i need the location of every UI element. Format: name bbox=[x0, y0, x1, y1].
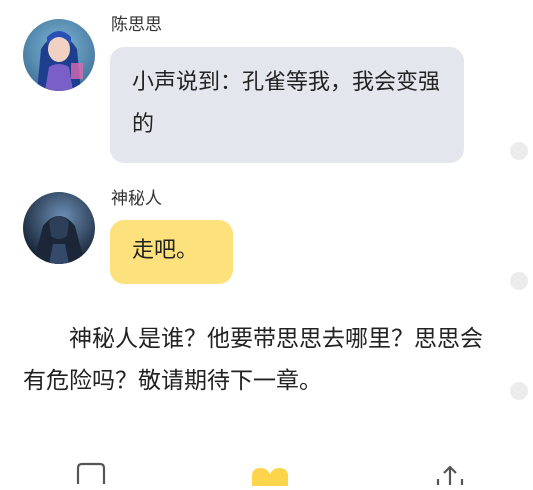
message-bubble: 走吧。 bbox=[110, 220, 233, 284]
avatar-mystery-person[interactable] bbox=[23, 192, 95, 264]
heart-icon[interactable] bbox=[252, 466, 288, 490]
chat-message-2: 神秘人 走吧。 bbox=[0, 180, 533, 290]
avatar-chen-sisi[interactable] bbox=[23, 19, 95, 91]
comment-icon[interactable] bbox=[76, 462, 106, 488]
message-indicator-dot bbox=[510, 382, 528, 400]
share-icon[interactable] bbox=[436, 465, 464, 489]
sender-name: 神秘人 bbox=[111, 189, 162, 209]
avatar-mystery-person-image bbox=[23, 192, 95, 264]
chat-message-1: 陈思思 小声说到：孔雀等我，我会变强的 bbox=[0, 0, 533, 170]
message-indicator-dot bbox=[510, 142, 528, 160]
message-bubble: 小声说到：孔雀等我，我会变强的 bbox=[110, 47, 464, 163]
avatar-chen-sisi-image bbox=[23, 19, 95, 91]
sender-name: 陈思思 bbox=[111, 15, 162, 35]
story-narration: 神秘人是谁？他要带思思去哪里？思思会有危险吗？敬请期待下一章。 bbox=[23, 326, 483, 394]
message-indicator-dot bbox=[510, 272, 528, 290]
